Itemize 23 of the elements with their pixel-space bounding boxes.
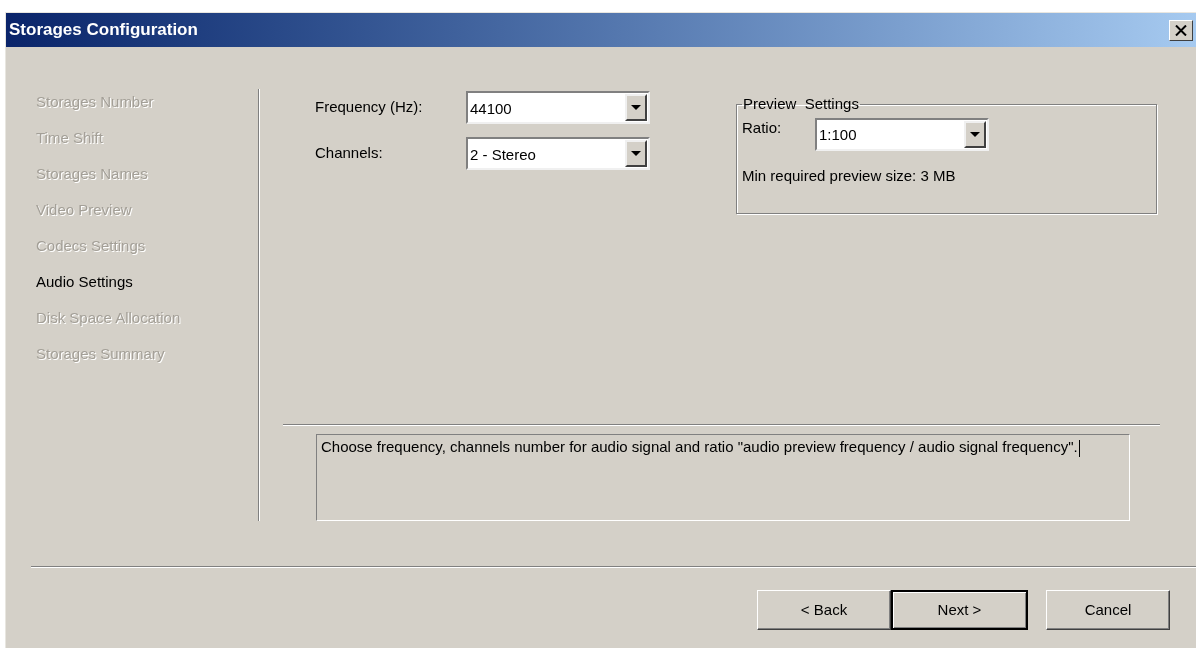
field-label: Ratio:	[742, 117, 783, 138]
caret-icon	[631, 105, 641, 110]
description-box: Choose frequency, channels number for audio signal and ratio "audio preview frequency / audio signal frequency".	[316, 434, 1130, 521]
caret-icon	[631, 151, 641, 156]
dropdown-arrow-button[interactable]	[625, 140, 647, 167]
caret-icon	[970, 131, 980, 137]
wizard-button[interactable]: Next >	[891, 590, 1028, 630]
dropdown-arrow-button[interactable]	[625, 94, 647, 121]
dropdown-arrow-button[interactable]	[964, 120, 986, 148]
window-title: Storages Configuration	[9, 19, 198, 42]
field-label: Frequency (Hz):	[315, 97, 424, 118]
wizard-button[interactable]: Cancel	[1046, 590, 1170, 630]
dropdown[interactable]: 1:100	[815, 117, 989, 151]
dropdown[interactable]: 2 - Stereo	[466, 137, 650, 170]
step-item: Audio Settings	[36, 272, 134, 292]
dropdown[interactable]: 44100	[466, 91, 650, 124]
wizard-button[interactable]: < Back	[757, 590, 891, 630]
group-title: Preview Settings	[742, 94, 860, 114]
close-icon	[1175, 24, 1187, 36]
field-label: Channels:	[315, 143, 384, 164]
text-cursor	[1078, 439, 1080, 457]
close-button[interactable]	[1169, 19, 1193, 41]
info-text: Min required preview size: 3 MB	[742, 165, 957, 186]
